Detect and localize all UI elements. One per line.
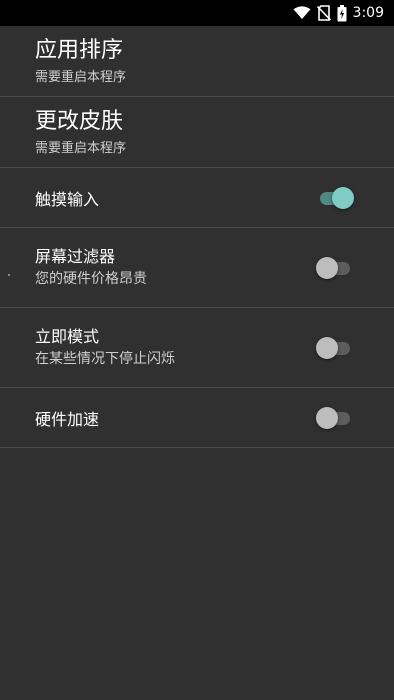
pref-immediate-mode[interactable]: 立即模式 在某些情况下停止闪烁 xyxy=(0,308,394,388)
pref-summary: 您的硬件价格昂贵 xyxy=(35,271,147,287)
pref-title: 更改皮肤 xyxy=(35,109,124,134)
switch-thumb xyxy=(316,256,338,279)
status-bar: 3:09 xyxy=(0,0,394,26)
switch-thumb xyxy=(316,406,338,429)
switch-thumb xyxy=(332,186,354,209)
settings-list: 应用排序 需要重启本程序 更改皮肤 需要重启本程序 触摸输入 屏幕过滤器 您的硬… xyxy=(0,26,394,448)
screen-filter-switch[interactable] xyxy=(316,256,354,279)
pref-screen-filter[interactable]: 屏幕过滤器 您的硬件价格昂贵 xyxy=(0,228,394,308)
pref-title: 立即模式 xyxy=(35,327,100,346)
no-sim-icon xyxy=(316,5,331,21)
status-time: 3:09 xyxy=(352,5,384,21)
pref-summary: 需要重启本程序 xyxy=(35,70,127,85)
stray-dot xyxy=(8,274,10,276)
pref-change-skin[interactable]: 更改皮肤 需要重启本程序 xyxy=(0,97,394,168)
wifi-icon xyxy=(293,6,311,20)
immediate-mode-switch[interactable] xyxy=(316,336,354,359)
pref-touch-input[interactable]: 触摸输入 xyxy=(0,168,394,228)
pref-title: 触摸输入 xyxy=(35,189,100,209)
pref-summary: 在某些情况下停止闪烁 xyxy=(35,351,175,367)
pref-app-sort[interactable]: 应用排序 需要重启本程序 xyxy=(0,26,394,97)
pref-hardware-acceleration[interactable]: 硬件加速 xyxy=(0,388,394,448)
pref-title: 应用排序 xyxy=(35,38,124,63)
pref-title: 屏幕过滤器 xyxy=(35,247,116,266)
switch-thumb xyxy=(316,336,338,359)
touch-input-switch[interactable] xyxy=(316,186,354,209)
pref-title: 硬件加速 xyxy=(35,409,100,429)
battery-charging-icon xyxy=(337,4,347,22)
hardware-acceleration-switch[interactable] xyxy=(316,406,354,429)
pref-summary: 需要重启本程序 xyxy=(35,141,127,156)
